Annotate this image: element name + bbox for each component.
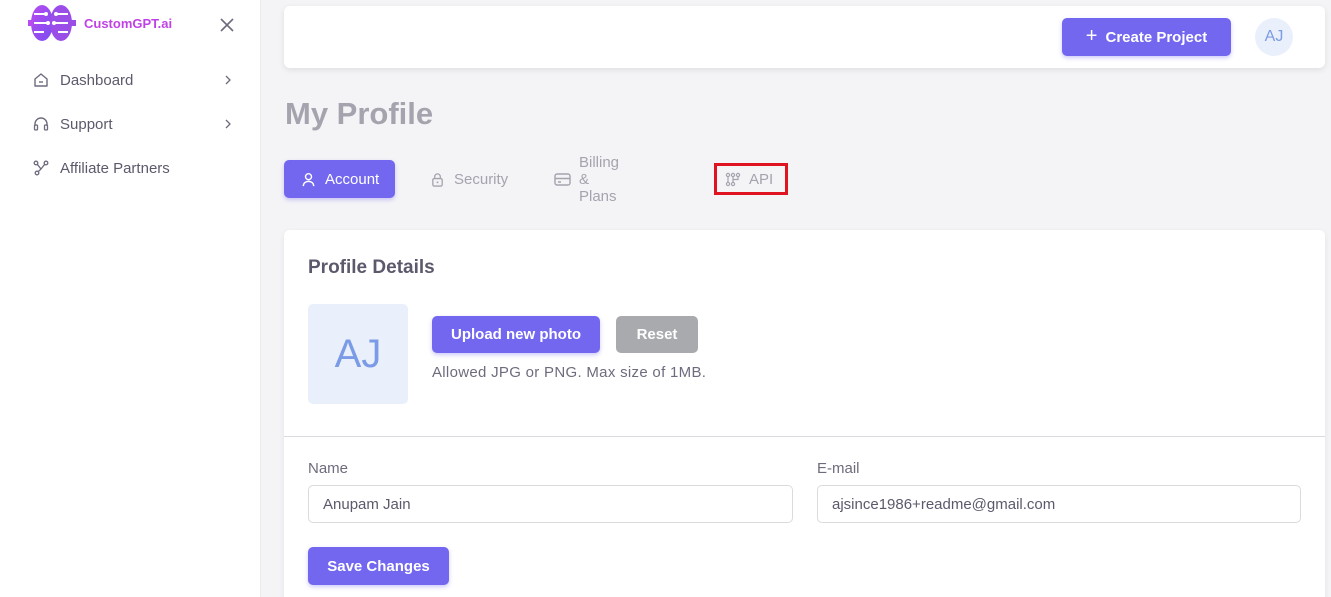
api-tab-highlight bbox=[714, 163, 788, 195]
user-icon bbox=[300, 171, 317, 188]
sidebar: CustomGPT.ai Dashboard Support Affiliate… bbox=[0, 0, 261, 597]
plus-icon: + bbox=[1085, 25, 1098, 47]
lock-icon bbox=[429, 171, 446, 188]
tab-security[interactable]: Security bbox=[429, 160, 508, 198]
email-label: E-mail bbox=[817, 460, 860, 477]
page-title: My Profile bbox=[285, 96, 434, 131]
home-icon bbox=[32, 71, 50, 89]
upload-photo-button[interactable]: Upload new photo bbox=[432, 316, 600, 353]
divider bbox=[284, 436, 1325, 437]
tab-label: Security bbox=[454, 170, 509, 188]
name-field[interactable] bbox=[308, 485, 793, 523]
brain-circuit-icon bbox=[28, 5, 76, 41]
tab-account[interactable]: Account bbox=[284, 160, 396, 198]
reset-button[interactable]: Reset bbox=[616, 316, 698, 353]
sidebar-item-dashboard[interactable]: Dashboard bbox=[0, 58, 261, 102]
brand-name: CustomGPT.ai bbox=[84, 15, 173, 31]
section-title: Profile Details bbox=[308, 257, 435, 278]
sidebar-item-label: Affiliate Partners bbox=[60, 159, 170, 177]
chevron-right-icon bbox=[225, 119, 231, 129]
top-navbar: + Create Project AJ bbox=[284, 6, 1325, 68]
user-avatar[interactable]: AJ bbox=[1255, 18, 1293, 56]
tab-billing-plans[interactable]: Billing & Plans bbox=[554, 154, 619, 205]
brand[interactable]: CustomGPT.ai bbox=[28, 0, 172, 46]
tab-label: Account bbox=[325, 170, 380, 188]
profile-avatar: AJ bbox=[308, 304, 408, 404]
network-icon bbox=[32, 159, 50, 177]
upload-hint: Allowed JPG or PNG. Max size of 1MB. bbox=[432, 364, 707, 381]
close-icon[interactable] bbox=[218, 16, 236, 34]
credit-card-icon bbox=[554, 171, 571, 188]
sidebar-item-label: Support bbox=[60, 115, 113, 133]
sidebar-item-affiliate-partners[interactable]: Affiliate Partners bbox=[0, 146, 261, 190]
tab-label: Billing & Plans bbox=[579, 153, 620, 205]
save-changes-button[interactable]: Save Changes bbox=[308, 547, 449, 585]
chevron-right-icon bbox=[225, 75, 231, 85]
create-project-label: Create Project bbox=[1105, 28, 1208, 46]
sidebar-item-support[interactable]: Support bbox=[0, 102, 261, 146]
name-label: Name bbox=[308, 460, 349, 477]
sidebar-item-label: Dashboard bbox=[60, 71, 134, 89]
sidebar-nav: Dashboard Support Affiliate Partners bbox=[0, 58, 261, 190]
email-field[interactable] bbox=[817, 485, 1301, 523]
profile-details-card: Profile Details AJ Upload new photo Rese… bbox=[284, 230, 1325, 597]
headset-icon bbox=[32, 115, 50, 133]
create-project-button[interactable]: + Create Project bbox=[1062, 18, 1231, 56]
